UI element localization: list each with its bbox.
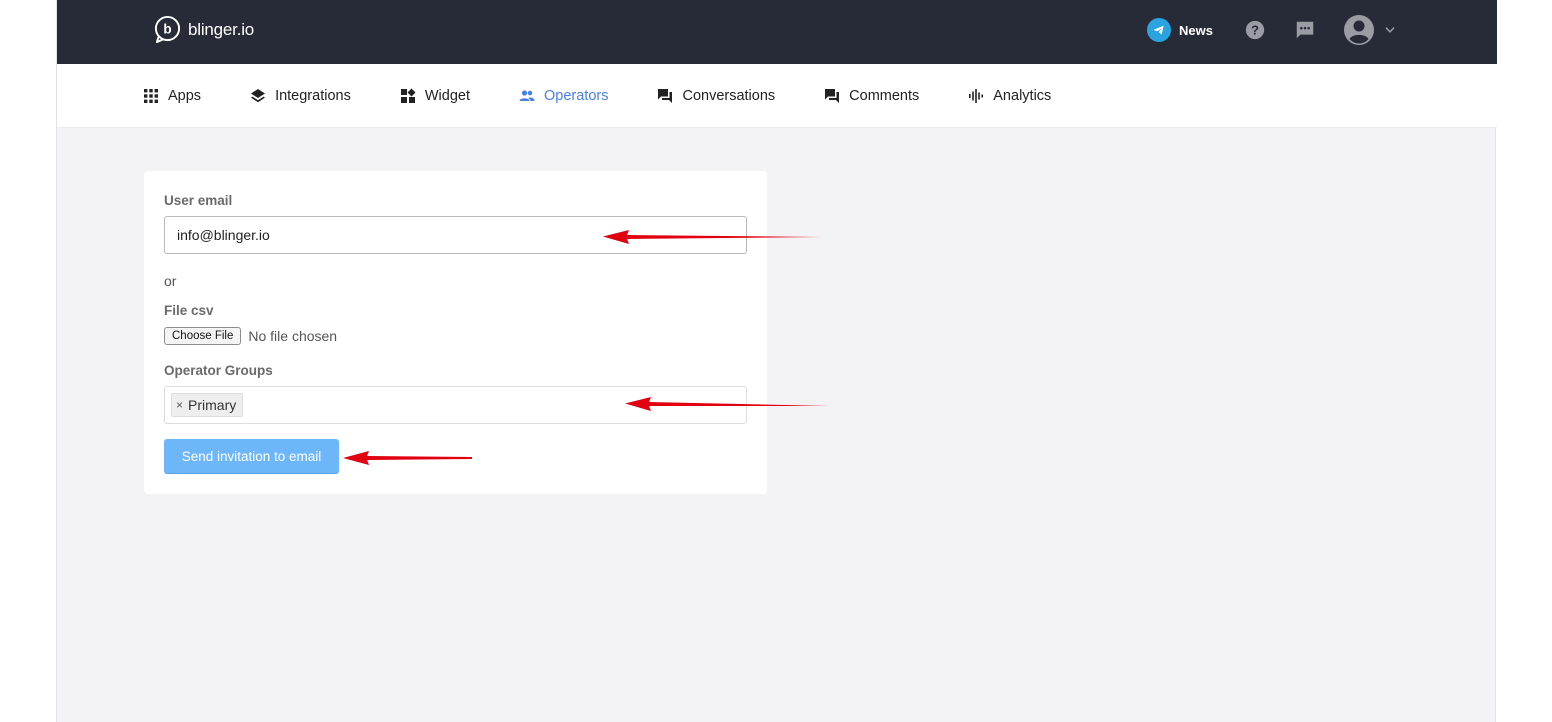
file-status: No file chosen: [248, 328, 338, 344]
chat-icon: [1296, 21, 1314, 39]
nav-label-operators: Operators: [543, 88, 609, 104]
nav-label-comments: Comments: [849, 88, 920, 104]
telegram-icon: [1147, 18, 1172, 42]
analytics-icon: [969, 89, 984, 103]
forum-icon: [658, 89, 673, 103]
group-tag: × Primary: [171, 393, 244, 417]
choose-file-button[interactable]: Choose File: [164, 327, 242, 345]
nav-label-analytics: Analytics: [993, 88, 1052, 104]
or-separator: or: [164, 273, 177, 289]
nav-item-integrations[interactable]: Integrations: [250, 88, 351, 104]
news-label: News: [1179, 22, 1213, 38]
file-picker: Choose File No file chosen: [164, 327, 337, 345]
nav-items: Apps Integrations Widget Operators Conve…: [143, 64, 1100, 128]
nav-item-apps[interactable]: Apps: [143, 88, 201, 104]
user-menu[interactable]: [1343, 14, 1397, 46]
nav-label-widget: Widget: [424, 88, 470, 104]
comments-icon: [825, 89, 840, 103]
layers-icon: [251, 89, 266, 103]
top-bar: b blinger.io News ?: [57, 0, 1497, 64]
email-field[interactable]: [164, 216, 747, 254]
widget-icon: [400, 88, 416, 103]
app-frame: b blinger.io News ? Apps Integrations Wi…: [56, 0, 1497, 722]
help-button[interactable]: ?: [1243, 18, 1267, 42]
main-nav: Apps Integrations Widget Operators Conve…: [57, 64, 1497, 128]
nav-item-conversations[interactable]: Conversations: [657, 88, 775, 104]
invite-operator-card: User email or File csv Choose File No fi…: [144, 171, 767, 494]
user-avatar-icon: [1344, 15, 1374, 45]
blinger-logo-icon: b: [154, 15, 181, 44]
people-icon: [519, 90, 535, 101]
nav-label-conversations: Conversations: [682, 88, 776, 104]
brand-logo[interactable]: b blinger.io: [153, 15, 254, 44]
nav-label-integrations: Integrations: [275, 88, 351, 104]
nav-label-apps: Apps: [168, 88, 202, 104]
nav-item-widget[interactable]: Widget: [400, 88, 470, 104]
svg-text:?: ?: [1251, 23, 1259, 38]
email-label: User email: [164, 193, 233, 208]
apps-grid-icon: [144, 89, 158, 103]
send-invitation-button[interactable]: Send invitation to email: [164, 439, 339, 474]
group-tag-label: Primary: [188, 397, 237, 413]
news-link[interactable]: News: [1147, 18, 1213, 42]
file-csv-label: File csv: [164, 303, 214, 318]
operator-groups-select[interactable]: × Primary: [164, 386, 747, 424]
chevron-down-icon: [1385, 27, 1395, 33]
brand-name: blinger.io: [188, 19, 255, 39]
operator-groups-label: Operator Groups: [164, 363, 273, 378]
nav-item-comments[interactable]: Comments: [824, 88, 919, 104]
help-icon: ?: [1245, 20, 1265, 40]
chat-button[interactable]: [1293, 18, 1317, 42]
nav-item-analytics[interactable]: Analytics: [968, 88, 1051, 104]
remove-tag-icon[interactable]: ×: [176, 398, 183, 412]
top-bar-actions: News ?: [1147, 14, 1397, 46]
svg-text:b: b: [163, 21, 171, 36]
nav-item-operators[interactable]: Operators: [519, 88, 608, 104]
